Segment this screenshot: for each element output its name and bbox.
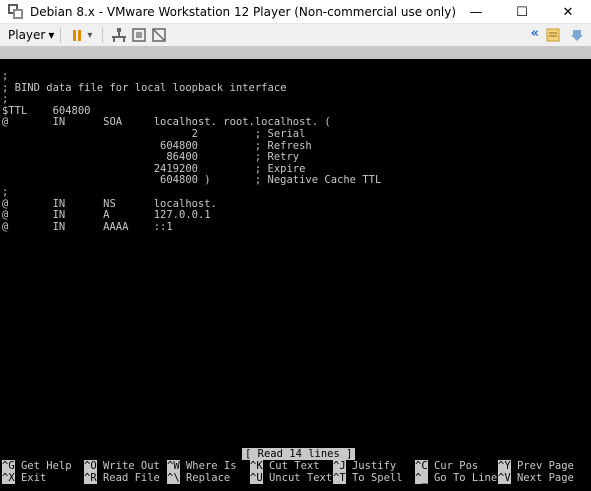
- nano-shortcut-bar: ^G Get Help ^O Write Out ^W Where Is ^K …: [0, 460, 591, 486]
- buffer-line: 2 ; Serial: [2, 127, 306, 140]
- notes-icon: [546, 28, 560, 42]
- shortcut-prev-page[interactable]: ^Y Prev Page: [498, 460, 574, 472]
- maximize-button[interactable]: ☐: [499, 0, 545, 24]
- buffer-line: ;: [2, 185, 9, 198]
- nano-status-message: [ Read 14 lines ]: [242, 448, 356, 460]
- shortcut-cur-pos[interactable]: ^C Cur Pos: [415, 460, 478, 472]
- collapse-toolbar-icon[interactable]: «: [531, 26, 539, 44]
- pause-icon: [73, 29, 82, 41]
- guest-console[interactable]: GNU nano 2.7.4 File: /etc/bind/zones/db.…: [0, 46, 591, 491]
- shortcut-cut-text[interactable]: ^K Cut Text: [250, 460, 320, 472]
- player-menu-label: Player: [8, 28, 46, 42]
- download-icon: [571, 30, 583, 41]
- vmware-logo-icon: [8, 3, 24, 20]
- shortcut-to-spell[interactable]: ^T To Spell: [333, 472, 403, 484]
- toolbar-divider: [60, 27, 62, 43]
- window-title: Debian 8.x - VMware Workstation 12 Playe…: [30, 4, 457, 19]
- buffer-line: 604800 ) ; Negative Cache TTL: [2, 174, 382, 187]
- minimize-button[interactable]: —: [453, 0, 499, 24]
- vmware-toolbar: Player ▾ ▾ «: [0, 24, 591, 46]
- nano-header: GNU nano 2.7.4 File: /etc/bind/zones/db.…: [0, 46, 591, 84]
- shortcut-replace[interactable]: ^\ Replace: [167, 472, 230, 484]
- shortcut-exit[interactable]: ^X Exit: [2, 472, 46, 484]
- shortcut-where-is[interactable]: ^W Where Is: [167, 460, 237, 472]
- chevron-down-icon: ▾: [48, 28, 55, 42]
- shortcut-get-help[interactable]: ^G Get Help: [2, 460, 72, 472]
- download-button[interactable]: [567, 26, 587, 44]
- shortcut-read-file[interactable]: ^R Read File: [84, 472, 160, 484]
- unity-icon: [152, 28, 167, 42]
- shortcut-next-page[interactable]: ^V Next Page: [498, 472, 574, 484]
- library-button[interactable]: [543, 26, 563, 44]
- shortcut-go-to-line[interactable]: ^_ Go To Line: [415, 472, 497, 484]
- shortcut-justify[interactable]: ^J Justify: [333, 460, 396, 472]
- shortcut-write-out[interactable]: ^O Write Out: [84, 460, 160, 472]
- window-titlebar: Debian 8.x - VMware Workstation 12 Playe…: [0, 0, 591, 24]
- pause-dropdown-icon[interactable]: ▾: [87, 30, 92, 41]
- editor-buffer[interactable]: ; ; BIND data file for local loopback in…: [2, 70, 587, 233]
- unity-button[interactable]: [149, 26, 169, 44]
- network-device-icon: [112, 28, 127, 42]
- shortcut-uncut-text[interactable]: ^U Uncut Text: [250, 472, 332, 484]
- toolbar-divider: [102, 27, 104, 43]
- send-ctrl-alt-del-button[interactable]: [109, 26, 129, 44]
- fullscreen-button[interactable]: [129, 26, 149, 44]
- buffer-line: @ IN A 127.0.0.1: [2, 209, 211, 222]
- buffer-line: 86400 ; Retry: [2, 151, 300, 164]
- player-menu-button[interactable]: Player ▾: [8, 28, 54, 42]
- buffer-line: ;: [2, 70, 9, 82]
- close-button[interactable]: ✕: [545, 0, 591, 24]
- buffer-line: @ IN AAAA ::1: [2, 220, 173, 233]
- fullscreen-icon: [132, 28, 147, 42]
- buffer-line: ; BIND data file for local loopback inte…: [2, 81, 287, 94]
- pause-button[interactable]: [67, 26, 87, 44]
